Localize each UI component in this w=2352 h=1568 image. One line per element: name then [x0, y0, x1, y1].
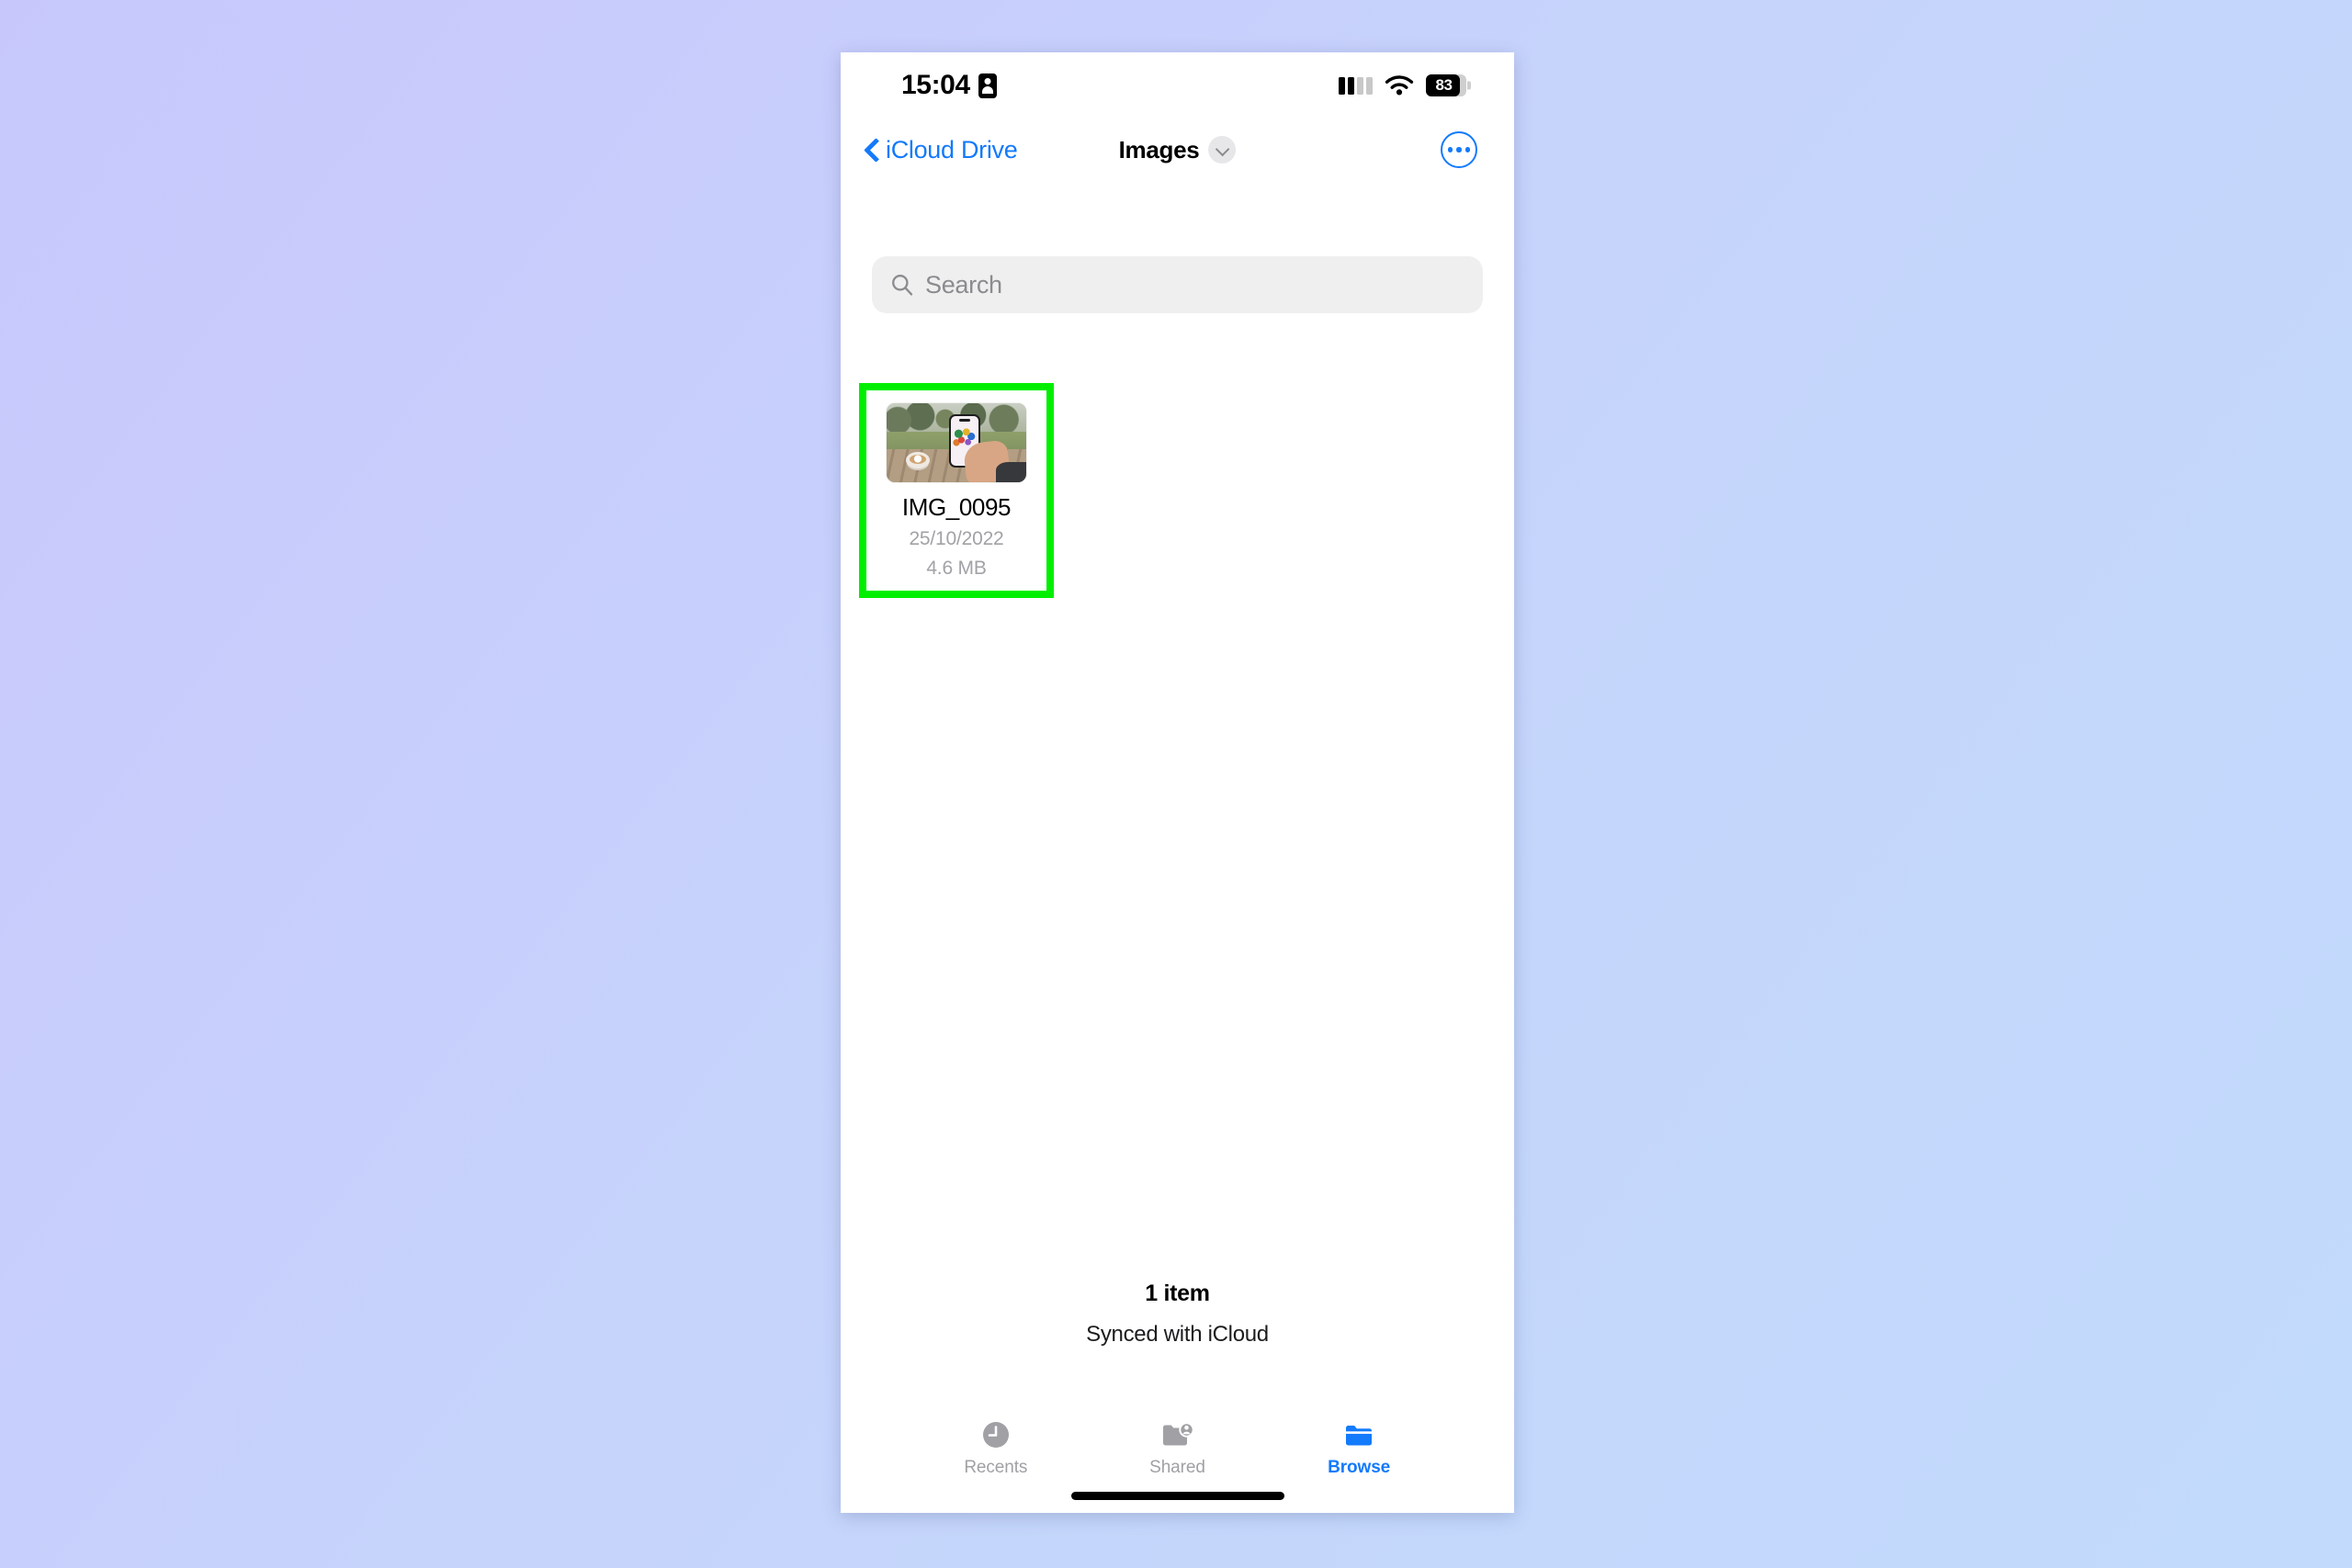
ellipsis-dot — [1464, 147, 1471, 152]
file-thumbnail — [887, 403, 1026, 482]
cellular-signal-icon — [1339, 76, 1373, 95]
tab-recents-label: Recents — [964, 1458, 1028, 1477]
status-bar-left: 15:04 — [901, 70, 997, 101]
file-date-label: 25/10/2022 — [909, 527, 1004, 549]
tab-shared[interactable]: Shared — [1113, 1419, 1241, 1478]
tab-recents[interactable]: Recents — [932, 1419, 1060, 1478]
battery-icon: 83 — [1426, 74, 1471, 96]
sync-status-label: Synced with iCloud — [1086, 1322, 1269, 1347]
tab-shared-label: Shared — [1149, 1458, 1205, 1477]
tab-bar: Recents Shared Browse — [841, 1419, 1514, 1478]
ellipsis-dot — [1456, 147, 1462, 152]
clock-icon — [978, 1419, 1014, 1450]
page-title: Images — [1118, 135, 1200, 164]
search-bar[interactable] — [872, 256, 1483, 313]
search-icon — [890, 273, 914, 297]
navigation-bar: iCloud Drive Images — [841, 118, 1514, 181]
file-grid: IMG_0095 25/10/2022 4.6 MB — [859, 383, 1496, 599]
device-screen: 15:04 83 iCloud Drive Images Search IMG_… — [841, 52, 1514, 1513]
status-bar: 15:04 83 — [841, 52, 1514, 118]
battery-level-label: 83 — [1435, 76, 1453, 94]
home-indicator[interactable] — [1070, 1492, 1284, 1500]
tab-browse-label: Browse — [1328, 1458, 1391, 1477]
file-item-img-0095[interactable]: IMG_0095 25/10/2022 4.6 MB — [859, 383, 1054, 599]
tab-browse[interactable]: Browse — [1295, 1419, 1423, 1478]
file-size-label: 4.6 MB — [926, 557, 987, 579]
chevron-down-icon — [1216, 144, 1227, 155]
folder-menu-button[interactable] — [1208, 136, 1237, 164]
person-badge-icon — [978, 73, 997, 98]
shared-folder-icon — [1159, 1419, 1195, 1450]
search-input[interactable] — [925, 270, 1464, 299]
status-bar-right: 83 — [1339, 74, 1471, 97]
back-button[interactable]: iCloud Drive — [865, 135, 1018, 164]
ellipsis-dot — [1447, 147, 1453, 152]
chevron-left-icon — [865, 137, 879, 163]
wifi-icon — [1384, 74, 1415, 97]
item-count-label: 1 item — [1145, 1280, 1210, 1306]
footer-status: 1 item Synced with iCloud — [841, 1280, 1514, 1348]
status-bar-clock: 15:04 — [901, 70, 970, 100]
folder-icon — [1340, 1419, 1377, 1450]
nav-title-group: Images — [1119, 136, 1237, 164]
file-name-label: IMG_0095 — [901, 493, 1012, 521]
more-options-button[interactable] — [1441, 131, 1477, 168]
back-button-label: iCloud Drive — [886, 135, 1018, 164]
